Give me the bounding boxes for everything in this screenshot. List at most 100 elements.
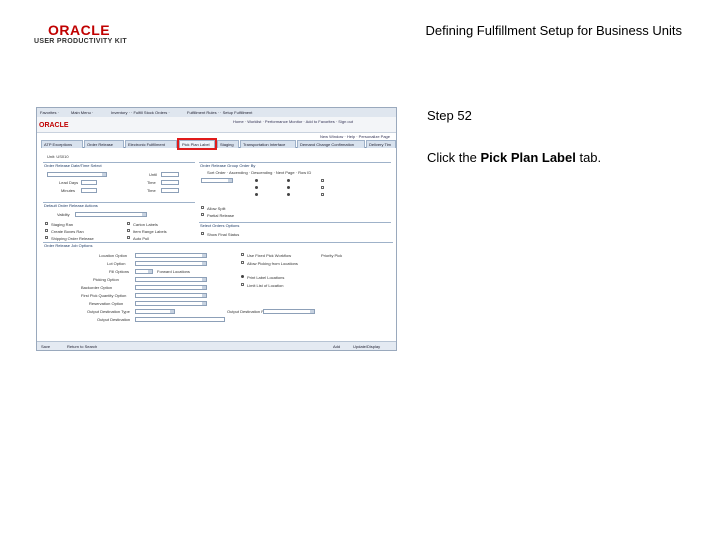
- descending-radio-2[interactable]: [287, 186, 290, 189]
- output-format-select[interactable]: [263, 309, 315, 314]
- limit-list-checkbox[interactable]: [241, 283, 244, 286]
- time2-field[interactable]: [161, 188, 179, 193]
- priority-label: Priority Pick: [321, 253, 343, 258]
- menu-bar: Favorites · Main Menu · Inventory · · Fu…: [37, 108, 396, 117]
- minutes-label: Minutes: [61, 188, 76, 193]
- document-title: Defining Fulfillment Setup for Business …: [425, 23, 682, 38]
- use-fixed-pick-label: Use Fixed Pick Workflow: [247, 253, 292, 258]
- release-date-select[interactable]: [47, 172, 107, 177]
- output-destination-type-label: Output Destination Type: [87, 309, 130, 314]
- until-label: Until: [149, 172, 158, 177]
- instruction-prefix: Click the: [427, 150, 481, 165]
- minutes-field[interactable]: [81, 188, 97, 193]
- instruction-target: Pick Plan Label: [480, 150, 576, 165]
- oracle-upk-logo: ORACLE USER PRODUCTIVITY KIT: [34, 22, 154, 48]
- ascending-radio-1[interactable]: [255, 179, 258, 182]
- page-utility-links: New Window · Help · Personalize Page: [319, 134, 390, 139]
- next-page-checkbox-2[interactable]: [321, 186, 324, 189]
- tab-delivery-time[interactable]: Delivery Tim: [366, 140, 396, 148]
- picking-option-select[interactable]: [135, 277, 207, 282]
- logo-subtitle: USER PRODUCTIVITY KIT: [34, 38, 127, 45]
- time-field[interactable]: [161, 180, 179, 185]
- reservation-option-select[interactable]: [135, 301, 207, 306]
- lead-days-field[interactable]: [81, 180, 97, 185]
- partial-release-label: Partial Release: [207, 213, 235, 218]
- return-to-search-link[interactable]: Return to Search: [67, 344, 97, 349]
- print-label-radio[interactable]: [241, 275, 244, 278]
- lot-option-label: Lot Option: [107, 261, 126, 266]
- shipping-order-label: Shipping Order Release: [51, 236, 94, 241]
- unit-label: Unit: US010: [47, 154, 69, 159]
- descending-radio-1[interactable]: [287, 179, 290, 182]
- tab-pick-plan-label[interactable]: Pick Plan Label: [177, 138, 217, 150]
- save-button[interactable]: Save: [41, 344, 50, 349]
- section-default-order-release: Default Order Release Actions: [43, 202, 195, 208]
- show-final-checkbox[interactable]: [201, 232, 204, 235]
- shipping-order-checkbox[interactable]: [45, 236, 48, 239]
- tab-transportation-interface[interactable]: Transportation Interface: [240, 140, 296, 148]
- update-display-button[interactable]: Update/Display: [353, 344, 380, 349]
- output-destination-type-select[interactable]: [135, 309, 175, 314]
- validity-select[interactable]: [75, 212, 147, 217]
- auto-pull-checkbox[interactable]: [127, 236, 130, 239]
- show-final-label: Show Final Status: [207, 232, 240, 237]
- staging-checkbox[interactable]: [45, 222, 48, 225]
- allow-picking-label: Allow Picking from Locations: [247, 261, 298, 266]
- tab-atp-exceptions[interactable]: ATP Exceptions: [41, 140, 83, 148]
- picking-option-label: Picking Option: [93, 277, 119, 282]
- tab-electronic-fulfillment[interactable]: Electronic Fulfillment: [125, 140, 177, 148]
- backorder-option-select[interactable]: [135, 285, 207, 290]
- output-destination-field[interactable]: [135, 317, 225, 322]
- first-pick-label: First Pick Quantity Option: [81, 293, 127, 298]
- ascending-radio-2[interactable]: [255, 186, 258, 189]
- use-fixed-pick-checkbox[interactable]: [241, 253, 244, 256]
- mini-oracle-logo: ORACLE: [39, 122, 69, 129]
- page-footer-bar: Save Return to Search Add Update/Display: [37, 341, 396, 350]
- application-screenshot: Favorites · Main Menu · Inventory · · Fu…: [36, 107, 397, 351]
- staging-label: Staging Ran: [51, 222, 74, 227]
- lot-option-select[interactable]: [135, 261, 207, 266]
- logo-wordmark: ORACLE: [48, 22, 111, 38]
- instruction-suffix: tab.: [575, 150, 602, 165]
- partial-release-checkbox[interactable]: [201, 213, 204, 216]
- descending-radio-3[interactable]: [287, 193, 290, 196]
- reservation-option-label: Reservation Option: [89, 301, 124, 306]
- time2-label: Time: [147, 188, 156, 193]
- step-number: Step 52: [427, 108, 472, 123]
- create-boxes-checkbox[interactable]: [45, 229, 48, 232]
- allow-split-checkbox[interactable]: [201, 206, 204, 209]
- ascending-radio-3[interactable]: [255, 193, 258, 196]
- until-field[interactable]: [161, 172, 179, 177]
- step-instruction: Click the Pick Plan Label tab.: [427, 150, 601, 165]
- item-range-checkbox[interactable]: [127, 229, 130, 232]
- section-select-orders: Select Orders Options: [199, 222, 391, 228]
- tab-staging[interactable]: Staging: [217, 140, 239, 148]
- allow-picking-checkbox[interactable]: [241, 261, 244, 264]
- output-destination-label: Output Destination: [97, 317, 131, 322]
- tab-order-release[interactable]: Order Release: [84, 140, 124, 148]
- lead-days-label: Lead Days: [59, 180, 79, 185]
- sort-order-select[interactable]: [201, 178, 233, 183]
- fill-forward-label: Forward Locations: [157, 269, 190, 274]
- brand-bar: ORACLE Home · Worklist · Performance Mon…: [37, 117, 396, 133]
- print-label-label: Print Label Locations: [247, 275, 285, 280]
- fill-options-select[interactable]: [135, 269, 153, 274]
- fill-options-label: Fill Options: [109, 269, 130, 274]
- next-page-checkbox-1[interactable]: [321, 179, 324, 182]
- item-range-label: Item Range Labels: [133, 229, 167, 234]
- carton-labels-checkbox[interactable]: [127, 222, 130, 225]
- location-option-label: Location Option: [99, 253, 128, 258]
- next-page-checkbox-3[interactable]: [321, 193, 324, 196]
- tab-demand-change-confirmation[interactable]: Demand Change Confirmation: [297, 140, 365, 148]
- limit-list-label: Limit List of Location: [247, 283, 284, 288]
- auto-pull-label: Auto Pull: [133, 236, 150, 241]
- add-button[interactable]: Add: [333, 344, 340, 349]
- section-order-release-date: Order Release Date/Time Select: [43, 162, 195, 168]
- location-option-select[interactable]: [135, 253, 207, 258]
- time-label: Time: [147, 180, 156, 185]
- backorder-option-label: Backorder Option: [81, 285, 113, 290]
- create-boxes-label: Create Boxes Ran: [51, 229, 84, 234]
- first-pick-select[interactable]: [135, 293, 207, 298]
- allow-split-label: Allow Split: [207, 206, 226, 211]
- carton-labels-label: Carton Labels: [133, 222, 158, 227]
